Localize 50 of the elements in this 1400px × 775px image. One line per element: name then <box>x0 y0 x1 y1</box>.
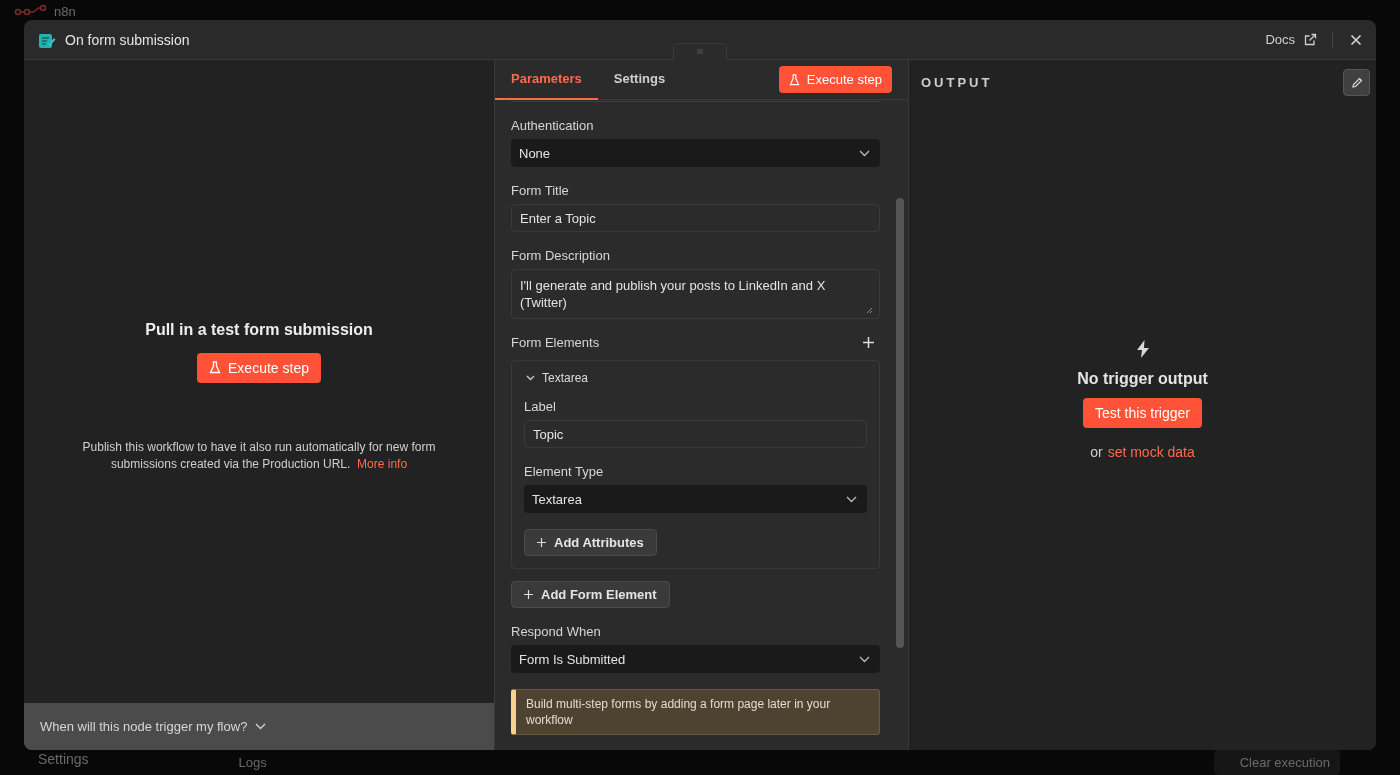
textarea-field[interactable]: I'll generate and publish your posts to LinkedIn and X (Twitter) <box>511 269 880 319</box>
flask-icon <box>209 361 222 374</box>
tab[interactable]: Parameters <box>495 59 598 100</box>
select-field[interactable]: None <box>511 139 880 167</box>
resize-grip-icon[interactable] <box>866 307 873 314</box>
edit-button[interactable] <box>1343 69 1370 96</box>
notice-callout: Build multi-step forms by adding a form page later in your workflow <box>511 689 880 735</box>
more-info-link[interactable]: More info <box>357 456 408 471</box>
lightning-icon <box>1135 340 1150 358</box>
field-label: Authentication <box>511 118 595 133</box>
chevron-down-icon <box>255 723 267 730</box>
external-link-icon[interactable] <box>1304 33 1317 46</box>
settings-nav-item[interactable]: Settings <box>38 751 89 767</box>
field-label: Form Description <box>511 248 611 263</box>
input-field[interactable]: Topic <box>524 420 867 448</box>
chevron-down-icon <box>846 495 857 503</box>
add-form-element-button[interactable]: Add Form Element <box>511 581 670 608</box>
docs-link[interactable]: Docs <box>1265 32 1295 47</box>
empty-state-title: No trigger output <box>1077 370 1208 388</box>
field-label: Label <box>524 399 557 414</box>
field-label: Form Title <box>511 183 570 198</box>
tab[interactable]: Settings <box>597 59 682 100</box>
pencil-icon <box>1350 76 1363 89</box>
select-field[interactable]: Textarea <box>524 485 867 513</box>
window-title: On form submission <box>65 31 190 48</box>
alt-text: or <box>1090 444 1103 460</box>
app-name: n8n <box>54 4 76 19</box>
publish-note: Publish this workflow to have it also run automatically for new form submissions created via the Production URL. More info <box>81 438 437 473</box>
input-field[interactable]: Enter a Topic <box>511 204 880 232</box>
chevron-down-icon <box>859 655 870 663</box>
collapse-toggle[interactable]: Textarea <box>526 371 867 385</box>
field-label: Form Elements <box>511 335 600 350</box>
logo-icon <box>14 4 48 16</box>
output-heading: OUTPUT <box>921 75 993 90</box>
field-label: Element Type <box>524 464 605 479</box>
trigger-help-bar[interactable]: When will this node trigger my flow? <box>24 703 494 750</box>
field-label: Respond When <box>511 624 602 639</box>
chevron-down-icon <box>859 149 870 157</box>
plus-icon <box>524 590 533 599</box>
panel-heading: Pull in a test form submission <box>145 320 373 339</box>
logs-tab[interactable]: Logs <box>238 754 267 770</box>
flask-icon <box>788 73 800 86</box>
close-icon[interactable] <box>1350 33 1362 46</box>
set-mock-data-link[interactable]: set mock data <box>1107 444 1195 460</box>
add-attributes-button[interactable]: Add Attributes <box>524 529 657 556</box>
plus-icon[interactable] <box>863 337 874 348</box>
scrollbar-thumb[interactable] <box>896 198 904 648</box>
chevron-icon <box>526 375 535 381</box>
plus-icon <box>537 538 546 547</box>
select-field[interactable]: Form Is Submitted <box>511 645 880 673</box>
